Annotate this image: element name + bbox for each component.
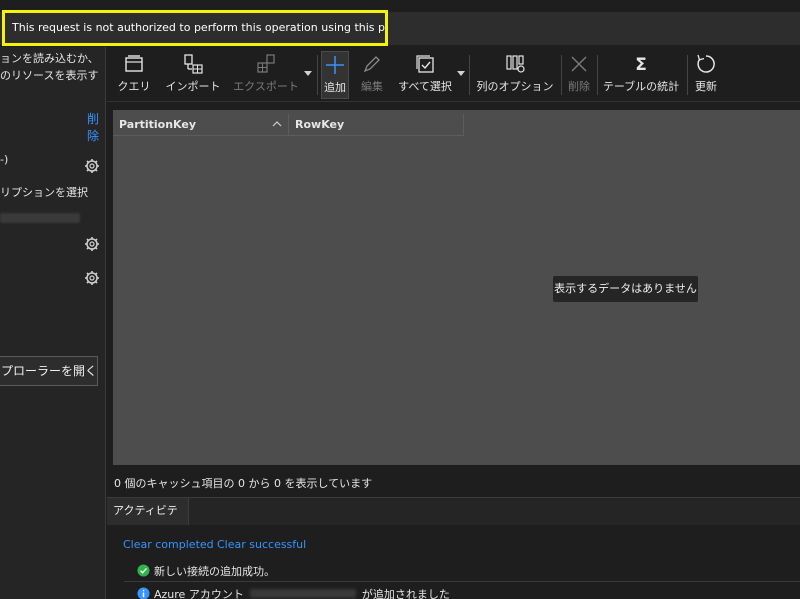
activity-tab-bar: アクティビティ — [107, 497, 800, 543]
left-panel-text-line2: のリソースを表示す — [0, 69, 99, 82]
table-stats-button[interactable]: Σ テーブルの統計 — [601, 51, 681, 99]
clear-completed-link[interactable]: Clear completed — [123, 538, 214, 551]
column-options-icon — [506, 55, 525, 73]
refresh-button[interactable]: 更新 — [691, 51, 721, 99]
import-icon — [184, 54, 203, 74]
pencil-icon — [363, 56, 380, 73]
data-table[interactable]: PartitionKey RowKey 表示するデータはありません — [113, 110, 800, 465]
column-header-label: RowKey — [295, 118, 345, 131]
delete-label: 削除 — [568, 80, 590, 93]
error-message-banner: This request is not authorized to perfor… — [2, 10, 388, 46]
export-label: エクスポート — [233, 80, 299, 93]
export-icon — [257, 54, 275, 73]
query-label: クエリ — [117, 80, 151, 93]
open-explorer-button[interactable]: プローラーを開く — [0, 356, 98, 386]
select-all-icon — [416, 55, 434, 73]
activity-divider — [124, 581, 800, 582]
activity-entry-suffix: が追加されました — [361, 588, 450, 599]
table-stats-label: テーブルの統計 — [602, 80, 680, 93]
column-header-rowkey[interactable]: RowKey — [289, 114, 464, 136]
select-all-label: すべて選択 — [398, 80, 452, 93]
left-panel: ョンを読み込むか、 のリソースを表示す 削 除 -) リプションを選択 プローラ… — [0, 47, 106, 599]
plus-icon — [326, 56, 344, 74]
close-icon — [571, 56, 587, 72]
info-circle-icon — [137, 587, 150, 599]
activity-entry[interactable]: Azure アカウント が追加されました — [137, 586, 450, 599]
table-header: PartitionKey RowKey — [113, 114, 464, 136]
toolbar-separator — [561, 55, 562, 95]
empty-table-message: 表示するデータはありません — [553, 276, 698, 302]
select-all-button[interactable]: すべて選択 — [395, 51, 455, 99]
column-options-label: 列のオプション — [476, 80, 554, 93]
remove-link-line2[interactable]: 除 — [87, 127, 99, 144]
gear-icon[interactable] — [84, 270, 100, 286]
gear-icon[interactable] — [84, 236, 100, 252]
tab-activity[interactable]: アクティビティ — [107, 498, 189, 543]
clear-successful-link[interactable]: Clear successful — [217, 538, 306, 551]
redacted-text — [0, 213, 80, 223]
activity-entry[interactable]: 新しい接続の追加成功。 — [137, 563, 275, 579]
export-button[interactable]: エクスポート — [231, 51, 301, 99]
refresh-label: 更新 — [695, 80, 717, 93]
edit-button[interactable]: 編集 — [357, 51, 387, 99]
svg-text:Σ: Σ — [635, 55, 647, 75]
export-dropdown-caret[interactable] — [304, 71, 312, 76]
account-item-label: -) — [0, 153, 9, 166]
sort-ascending-icon[interactable] — [272, 119, 282, 129]
activity-panel: Clear completed Clear successful 新しい接続の追… — [107, 525, 800, 599]
query-icon — [125, 55, 143, 72]
toolbar-separator — [687, 55, 688, 95]
toolbar-separator — [317, 55, 318, 95]
cache-status-text: 0 個のキャッシュ項目の 0 から 0 を表示しています — [114, 477, 373, 490]
query-button[interactable]: クエリ — [113, 51, 155, 99]
edit-label: 編集 — [361, 80, 383, 93]
import-label: インポート — [165, 80, 221, 93]
subscription-text: リプションを選択 — [0, 186, 88, 199]
import-button[interactable]: インポート — [163, 51, 223, 99]
gear-icon[interactable] — [84, 158, 100, 174]
select-all-dropdown-caret[interactable] — [457, 71, 465, 76]
top-bar: This request is not authorized to perfor… — [0, 0, 800, 47]
toolbar-separator — [469, 55, 470, 95]
toolbar-separator — [597, 55, 598, 95]
column-options-button[interactable]: 列のオプション — [475, 51, 555, 99]
check-circle-icon — [137, 564, 150, 577]
refresh-icon — [697, 54, 715, 73]
sigma-icon: Σ — [635, 55, 647, 75]
left-panel-text-line1: ョンを読み込むか、 — [0, 52, 99, 65]
activity-entry-prefix: Azure アカウント — [154, 588, 244, 599]
column-header-partitionkey[interactable]: PartitionKey — [113, 114, 289, 136]
column-header-label: PartitionKey — [119, 118, 197, 131]
redacted-account-name — [249, 589, 356, 598]
add-label: 追加 — [324, 81, 346, 94]
activity-entry-text: 新しい接続の追加成功。 — [154, 565, 275, 578]
toolbar: クエリ インポート エクスポート 追加 編集 すべて選択 列のオプション 削除 … — [107, 47, 800, 102]
delete-button[interactable]: 削除 — [565, 51, 593, 99]
remove-link[interactable]: 削 — [87, 110, 99, 127]
add-button[interactable]: 追加 — [321, 51, 349, 99]
